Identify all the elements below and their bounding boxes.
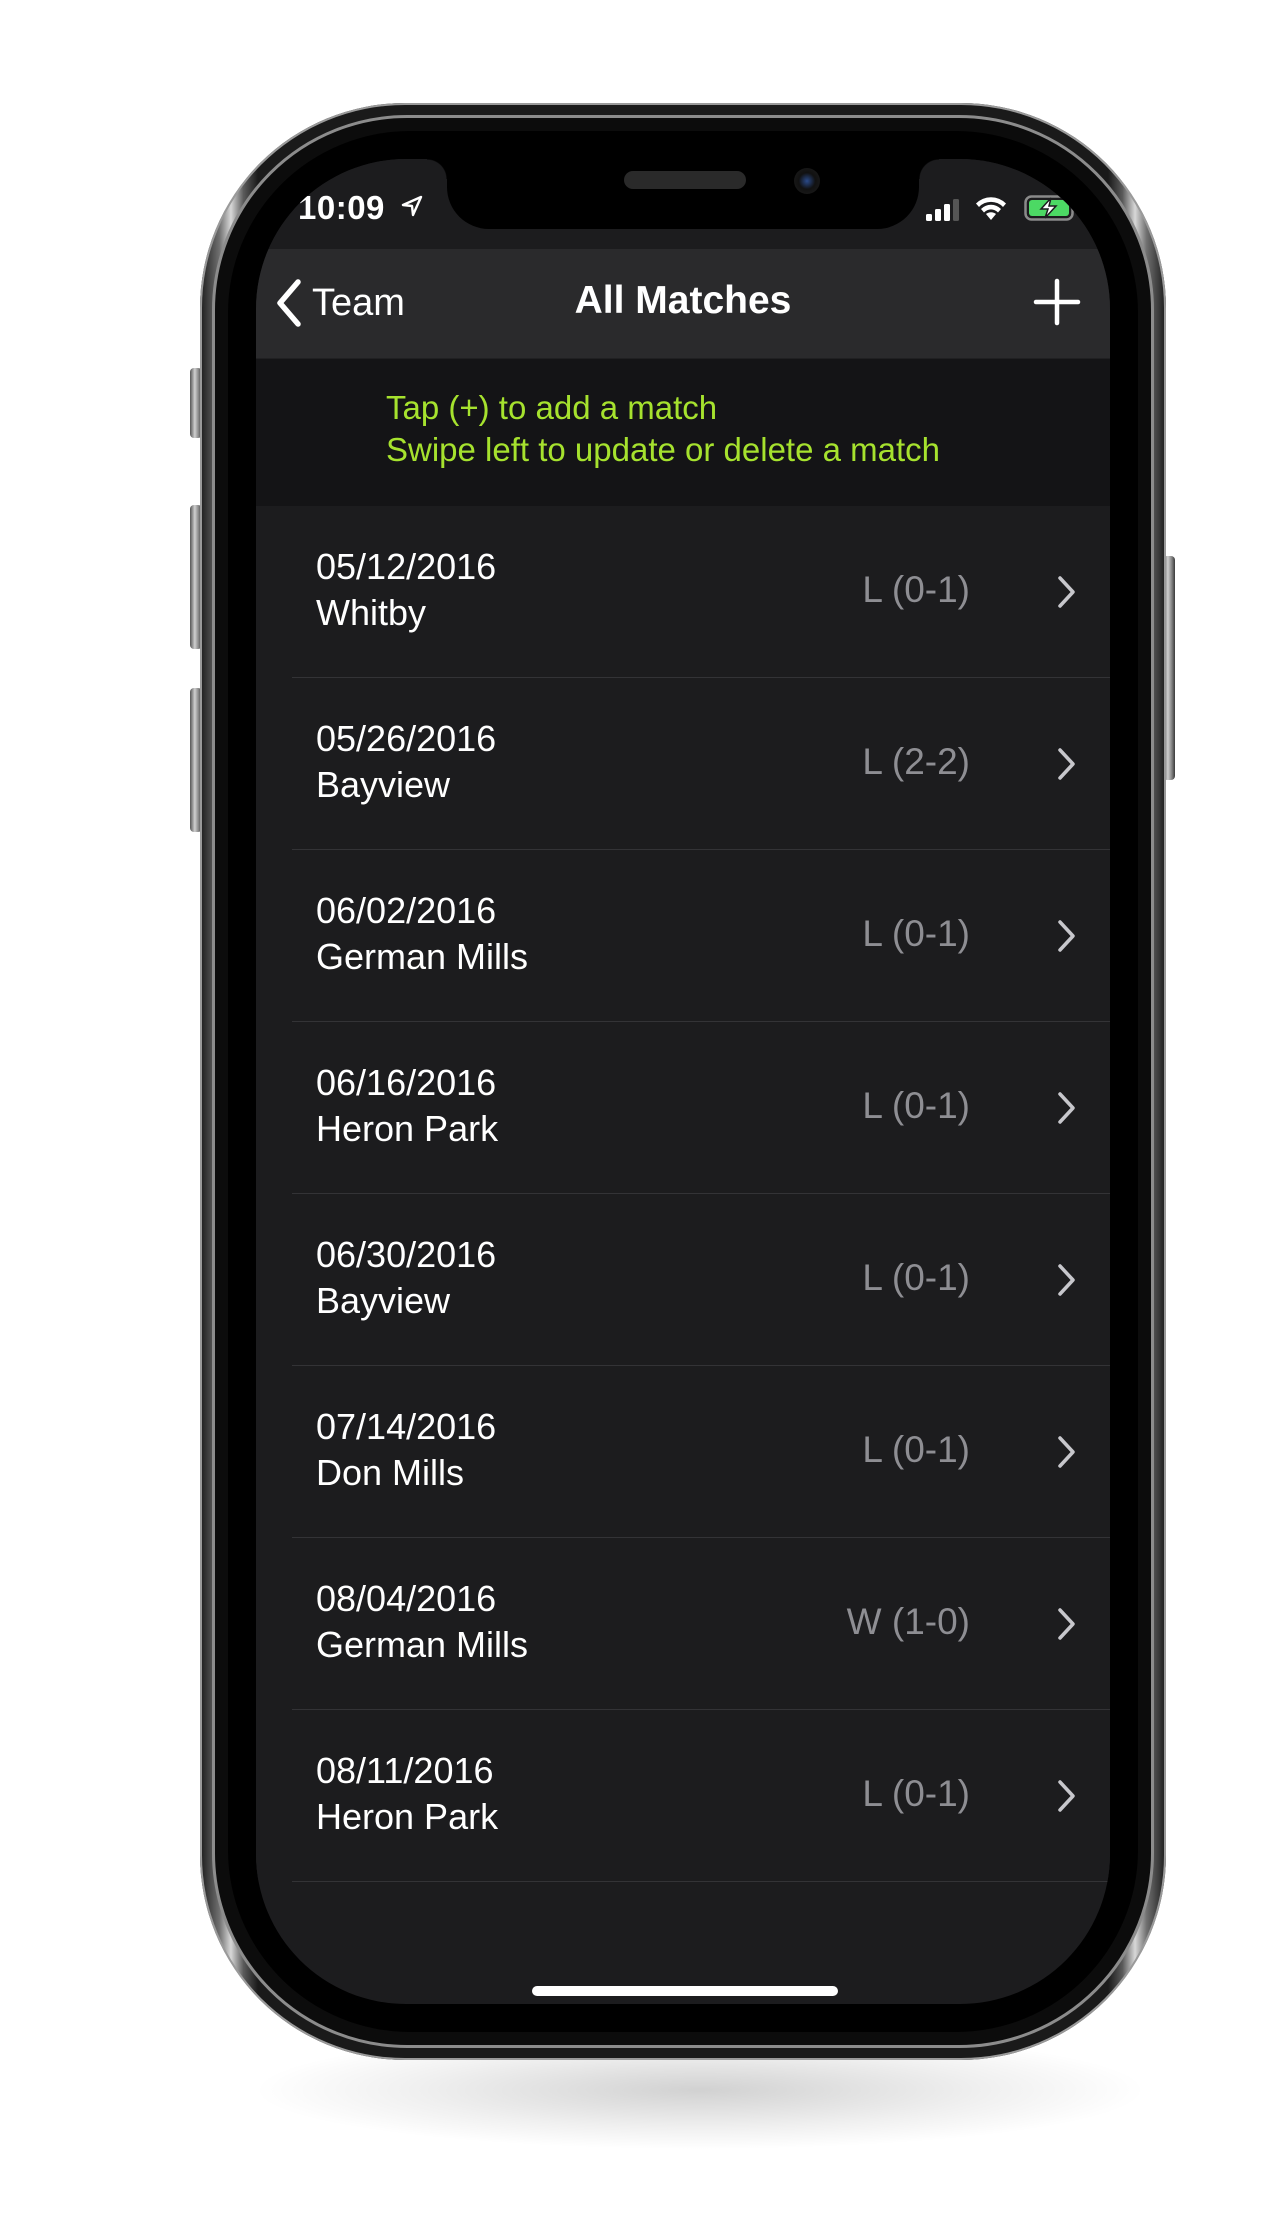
match-result: L (0-1) [862, 1257, 970, 1298]
match-opponent: German Mills [316, 1624, 529, 1665]
match-opponent: Bayview [316, 1280, 451, 1321]
match-opponent: Bayview [316, 764, 451, 805]
device-notch [427, 159, 939, 229]
chevron-right-icon [1058, 1264, 1075, 1296]
cellular-signal-icon [926, 199, 959, 221]
match-date: 07/14/2016 [316, 1406, 497, 1447]
match-result: L (0-1) [862, 569, 970, 610]
match-date: 08/11/2016 [316, 1750, 494, 1791]
match-date: 05/12/2016 [316, 546, 497, 587]
match-opponent: German Mills [316, 936, 529, 977]
list-item[interactable]: 05/12/2016 Whitby L (0-1) [256, 506, 1110, 678]
list-item[interactable]: 06/16/2016 Heron Park L (0-1) [256, 1022, 1110, 1194]
chevron-right-icon [1058, 1780, 1075, 1812]
match-result: L (0-1) [862, 913, 970, 954]
match-result: L (0-1) [862, 1085, 970, 1126]
chevron-right-icon [1058, 576, 1075, 608]
match-opponent: Heron Park [316, 1108, 499, 1149]
match-result: W (1-0) [846, 1601, 970, 1642]
match-date: 06/30/2016 [316, 1234, 497, 1275]
plus-icon[interactable] [1032, 277, 1082, 327]
wifi-icon [976, 197, 1006, 220]
hint-swipe-match: Swipe left to update or delete a match [386, 431, 941, 468]
list-item[interactable]: 08/04/2016 German Mills W (1-0) [256, 1538, 1110, 1710]
list-item[interactable]: 06/30/2016 Bayview L (0-1) [256, 1194, 1110, 1366]
match-opponent: Whitby [316, 592, 427, 633]
match-result: L (2-2) [862, 741, 970, 782]
match-opponent: Don Mills [316, 1452, 465, 1493]
list-item[interactable]: 05/26/2016 Bayview L (2-2) [256, 678, 1110, 850]
chevron-right-icon [1058, 1092, 1075, 1124]
location-arrow-icon [401, 195, 423, 217]
match-result: L (0-1) [862, 1429, 970, 1470]
page-title: All Matches [574, 279, 792, 322]
battery-charging-icon [1024, 195, 1079, 221]
status-time: 10:09 [298, 189, 385, 226]
list-item[interactable]: 06/02/2016 German Mills L (0-1) [256, 850, 1110, 1022]
chevron-right-icon [1058, 920, 1075, 952]
earpiece-speaker [624, 171, 746, 189]
phone-screen: 10:09 Team All Matches Tap (+) to add a … [256, 159, 1110, 2004]
match-date: 08/04/2016 [316, 1578, 497, 1619]
chevron-right-icon [1058, 748, 1075, 780]
matches-list: 05/12/2016 Whitby L (0-1) 05/26/2016 Bayview… [256, 506, 1110, 1882]
row-separator [292, 1881, 1110, 1882]
chevron-right-icon [1058, 1436, 1075, 1468]
chevron-right-icon [1058, 1608, 1075, 1640]
match-opponent: Heron Park [316, 1796, 499, 1837]
match-date: 06/16/2016 [316, 1062, 497, 1103]
hint-add-match: Tap (+) to add a match [386, 389, 718, 426]
instructions-banner: Tap (+) to add a match Swipe left to upd… [256, 359, 1110, 506]
front-camera [794, 168, 820, 194]
home-indicator[interactable] [532, 1986, 838, 1996]
device-mockup-canvas: 10:09 Team All Matches Tap (+) to add a … [0, 0, 1269, 2237]
list-item[interactable]: 08/11/2016 Heron Park L (0-1) [256, 1710, 1110, 1882]
match-date: 06/02/2016 [316, 890, 497, 931]
match-date: 05/26/2016 [316, 718, 497, 759]
match-result: L (0-1) [862, 1773, 970, 1814]
list-item[interactable]: 07/14/2016 Don Mills L (0-1) [256, 1366, 1110, 1538]
navigation-bar: Team All Matches [256, 249, 1110, 359]
